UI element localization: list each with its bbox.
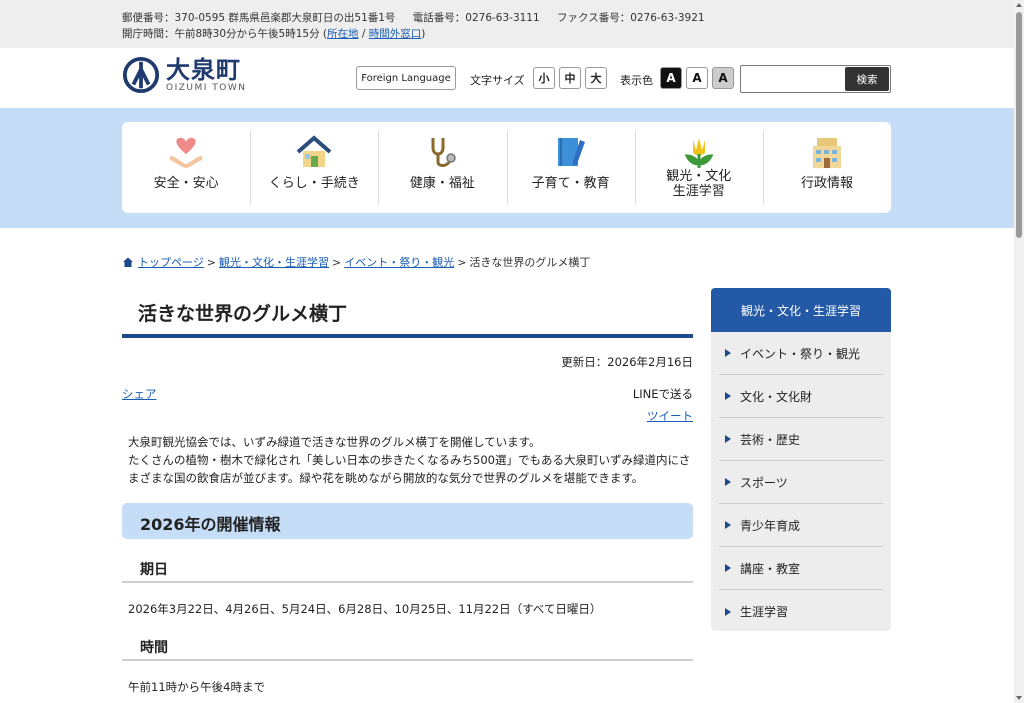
- heart-hands-icon: [170, 137, 203, 168]
- scrollbar-thumb[interactable]: [1016, 12, 1022, 238]
- search-button[interactable]: 検索: [845, 67, 889, 91]
- nav-childcare[interactable]: 子育て・教育: [506, 122, 635, 213]
- tweet-link[interactable]: ツイート: [600, 408, 693, 424]
- office-hours: 開庁時間：午前8時30分から午後5時15分 (: [122, 28, 328, 40]
- section-heading: 2026年の開催情報: [122, 503, 693, 539]
- triangle-right-icon: [725, 392, 731, 400]
- nav-safety[interactable]: 安全・安心: [122, 122, 250, 213]
- home-icon: [123, 257, 133, 267]
- color-gray-button[interactable]: A: [712, 67, 734, 89]
- nav-label: 観光・文化 生涯学習: [666, 169, 732, 199]
- time-heading: 時間: [122, 633, 693, 661]
- nav-health[interactable]: 健康・福祉: [378, 122, 506, 213]
- site-header: 大泉町 OIZUMI TOWN Foreign Language 文字サイズ 小…: [0, 48, 1014, 108]
- section-heading-text: 2026年の開催情報: [140, 515, 281, 534]
- location-link[interactable]: 所在地: [327, 28, 359, 40]
- triangle-right-icon: [725, 349, 731, 357]
- triangle-right-icon: [725, 607, 731, 616]
- sidebar: 観光・文化・生涯学習 イベント・祭り・観光 文化・文化財 芸術・歴史 スポーツ …: [711, 288, 891, 631]
- breadcrumb-link-events[interactable]: イベント・祭り・観光: [344, 254, 454, 270]
- time-heading-text: 時間: [140, 640, 168, 656]
- nav-administration[interactable]: 行政情報: [762, 122, 891, 213]
- breadcrumb-separator: >: [332, 255, 342, 269]
- font-size-label: 文字サイズ: [470, 74, 525, 87]
- breadcrumb-separator: >: [457, 255, 467, 269]
- time-text: 午前11時から午後4時まで: [128, 680, 265, 694]
- sidebar-heading[interactable]: 観光・文化・生涯学習: [711, 288, 891, 332]
- dates-heading-text: 期日: [140, 562, 168, 578]
- hours-suffix: ): [421, 28, 426, 40]
- color-white-button[interactable]: A: [686, 67, 708, 89]
- top-info-bar: 郵便番号：370-0595 群馬県邑楽郡大泉町日の出51番1号 電話番号：027…: [0, 0, 1014, 48]
- sidebar-item-label: 生涯学習: [740, 605, 789, 619]
- color-black-button[interactable]: A: [660, 67, 682, 89]
- triangle-right-icon: [725, 435, 731, 443]
- sidebar-item-label: スポーツ: [740, 475, 788, 490]
- intro-paragraph-1: 大泉町観光協会では、いずみ緑道で活きな世界のグルメ横丁を開催しています。: [128, 435, 541, 449]
- nav-label: 健康・福祉: [409, 176, 475, 191]
- font-size-medium-button[interactable]: 中: [559, 67, 581, 89]
- logo-roman: OIZUMI TOWN: [166, 83, 247, 93]
- triangle-right-icon: [725, 521, 731, 529]
- share-link[interactable]: シェア: [122, 386, 157, 402]
- page-title: 活きな世界のグルメ横丁: [138, 303, 348, 325]
- nav-label: 子育て・教育: [531, 176, 610, 191]
- triangle-right-icon: [725, 478, 731, 486]
- nav-label: 行政情報: [800, 176, 853, 191]
- intro-paragraph-2: たくさんの植物・樹木で緑化され「美しい日本の歩きたくなるみち500選」でもある大…: [128, 453, 691, 485]
- stethoscope-icon: [431, 138, 457, 167]
- dates-text: 2026年3月22日、4月26日、5月24日、6月28日、10月25日、11月2…: [128, 602, 602, 616]
- scroll-down-icon[interactable]: [1016, 696, 1022, 700]
- fax-number: ファクス番号：0276-63-3921: [557, 12, 705, 24]
- font-size-large-button[interactable]: 大: [585, 67, 607, 89]
- phone-number: 電話番号：0276-63-3111: [412, 12, 540, 24]
- color-label: 表示色: [620, 74, 653, 87]
- global-nav-band: 安全・安心 くらし・手続き 健康・福祉 子育て・教育 観光・文化 生涯学習 行政…: [0, 108, 1014, 228]
- sidebar-item-label: 芸術・歴史: [740, 432, 801, 447]
- sidebar-item-lifelong[interactable]: 生涯学習: [719, 590, 883, 633]
- afterhours-link[interactable]: 時間外窓口: [369, 28, 422, 40]
- nav-label: くらし・手続き: [268, 176, 360, 191]
- tulip-icon: [684, 138, 714, 168]
- search-box: 検索: [740, 65, 891, 93]
- sidebar-item-youth[interactable]: 青少年育成: [719, 504, 883, 547]
- line-share-button[interactable]: LINEで送る: [560, 386, 693, 402]
- nav-label: 安全・安心: [153, 176, 219, 191]
- sidebar-item-label: イベント・祭り・観光: [740, 346, 861, 361]
- sidebar-item-arts[interactable]: 芸術・歴史: [719, 418, 883, 461]
- article-intro: 大泉町観光協会では、いずみ緑道で活きな世界のグルメ横丁を開催しています。 たくさ…: [128, 433, 693, 487]
- sidebar-item-culture[interactable]: 文化・文化財: [719, 375, 883, 418]
- updated-date: 更新日：2026年2月16日: [561, 355, 693, 369]
- breadcrumb-current: 活きな世界のグルメ横丁: [469, 256, 591, 269]
- breadcrumb-home-link[interactable]: トップページ: [138, 254, 204, 270]
- postal-address: 郵便番号：370-0595 群馬県邑楽郡大泉町日の出51番1号: [122, 12, 396, 24]
- logo-name: 大泉町: [166, 56, 241, 84]
- site-logo[interactable]: 大泉町 OIZUMI TOWN: [122, 56, 246, 94]
- dates-heading: 期日: [122, 555, 693, 583]
- font-size-small-button[interactable]: 小: [533, 67, 555, 89]
- link-separator: /: [358, 28, 369, 40]
- sidebar-item-label: 青少年育成: [740, 518, 801, 533]
- breadcrumb: トップページ > 観光・文化・生涯学習 > イベント・祭り・観光 > 活きな世界…: [122, 254, 590, 270]
- breadcrumb-link-tourism[interactable]: 観光・文化・生涯学習: [219, 254, 329, 270]
- triangle-right-icon: [725, 564, 731, 572]
- sidebar-item-events[interactable]: イベント・祭り・観光: [719, 332, 883, 375]
- house-icon: [296, 135, 332, 167]
- sidebar-item-sports[interactable]: スポーツ: [719, 461, 883, 504]
- global-nav: 安全・安心 くらし・手続き 健康・福祉 子育て・教育 観光・文化 生涯学習 行政…: [122, 122, 891, 213]
- building-icon: [812, 138, 841, 168]
- nav-tourism[interactable]: 観光・文化 生涯学習: [634, 122, 763, 213]
- town-emblem-icon: [122, 56, 160, 94]
- breadcrumb-separator: >: [206, 255, 216, 269]
- sidebar-item-label: 文化・文化財: [740, 389, 813, 404]
- search-input[interactable]: [743, 68, 843, 90]
- page-title-block: 活きな世界のグルメ横丁: [122, 288, 693, 338]
- nav-living[interactable]: くらし・手続き: [250, 122, 378, 213]
- scroll-up-icon[interactable]: [1016, 3, 1022, 7]
- foreign-language-button[interactable]: Foreign Language: [356, 66, 456, 90]
- sidebar-item-classes[interactable]: 講座・教室: [719, 547, 883, 590]
- sidebar-item-label: 講座・教室: [740, 561, 801, 576]
- vertical-scrollbar[interactable]: [1014, 0, 1024, 703]
- notebook-pencil-icon: [557, 138, 585, 166]
